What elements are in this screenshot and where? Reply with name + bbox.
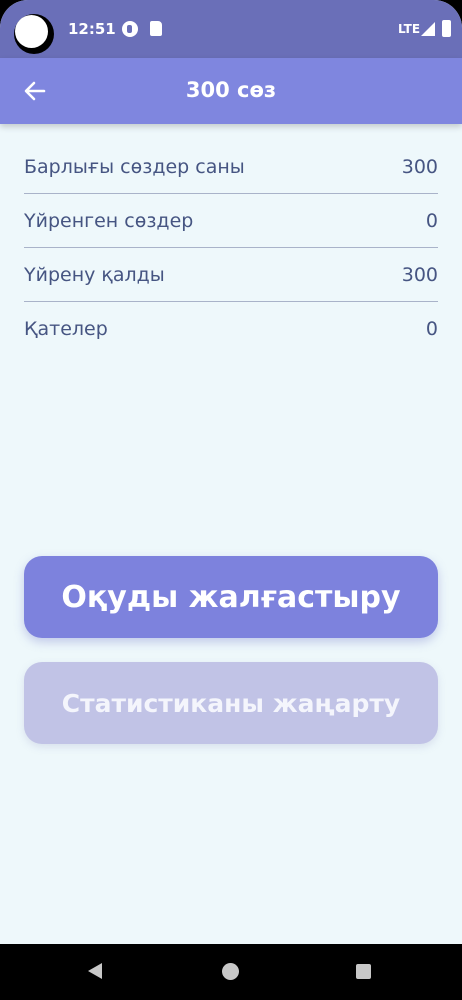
notification-icon xyxy=(122,21,138,37)
nav-home-icon[interactable] xyxy=(222,963,239,980)
stat-value: 0 xyxy=(425,209,438,232)
network-type-label: LTE xyxy=(398,22,421,36)
phone-screen: 12:51 LTE 300 сөз Барлығы сөздер саны 30… xyxy=(0,0,462,1000)
stat-label: Үйренген сөздер xyxy=(24,209,194,232)
nav-recents-icon[interactable] xyxy=(356,964,371,979)
stat-row-errors: Қателер 0 xyxy=(24,302,438,356)
camera-cutout xyxy=(14,14,54,54)
stat-row-learned: Үйренген сөздер 0 xyxy=(24,194,438,248)
stat-value: 0 xyxy=(425,318,438,340)
system-nav-bar xyxy=(0,944,462,1000)
stat-value: 300 xyxy=(401,263,438,286)
refresh-statistics-button[interactable]: Статистиканы жаңарту xyxy=(24,662,438,744)
stats-list: Барлығы сөздер саны 300 Үйренген сөздер … xyxy=(0,140,462,356)
battery-icon xyxy=(442,20,451,37)
status-time: 12:51 xyxy=(68,20,116,38)
signal-icon xyxy=(421,22,435,36)
stat-value: 300 xyxy=(401,155,438,178)
sd-card-icon xyxy=(150,21,162,36)
nav-back-icon[interactable] xyxy=(88,963,102,979)
stat-label: Барлығы сөздер саны xyxy=(24,155,245,178)
app-bar: 300 сөз xyxy=(0,58,462,124)
page-title: 300 сөз xyxy=(185,78,277,102)
status-bar: 12:51 LTE xyxy=(0,0,462,58)
stat-row-remaining: Үйрену қалды 300 xyxy=(24,248,438,302)
stat-row-total: Барлығы сөздер саны 300 xyxy=(24,140,438,194)
stat-label: Үйрену қалды xyxy=(24,263,165,286)
continue-learning-button[interactable]: Оқуды жалғастыру xyxy=(24,556,438,638)
stat-label: Қателер xyxy=(24,318,108,340)
